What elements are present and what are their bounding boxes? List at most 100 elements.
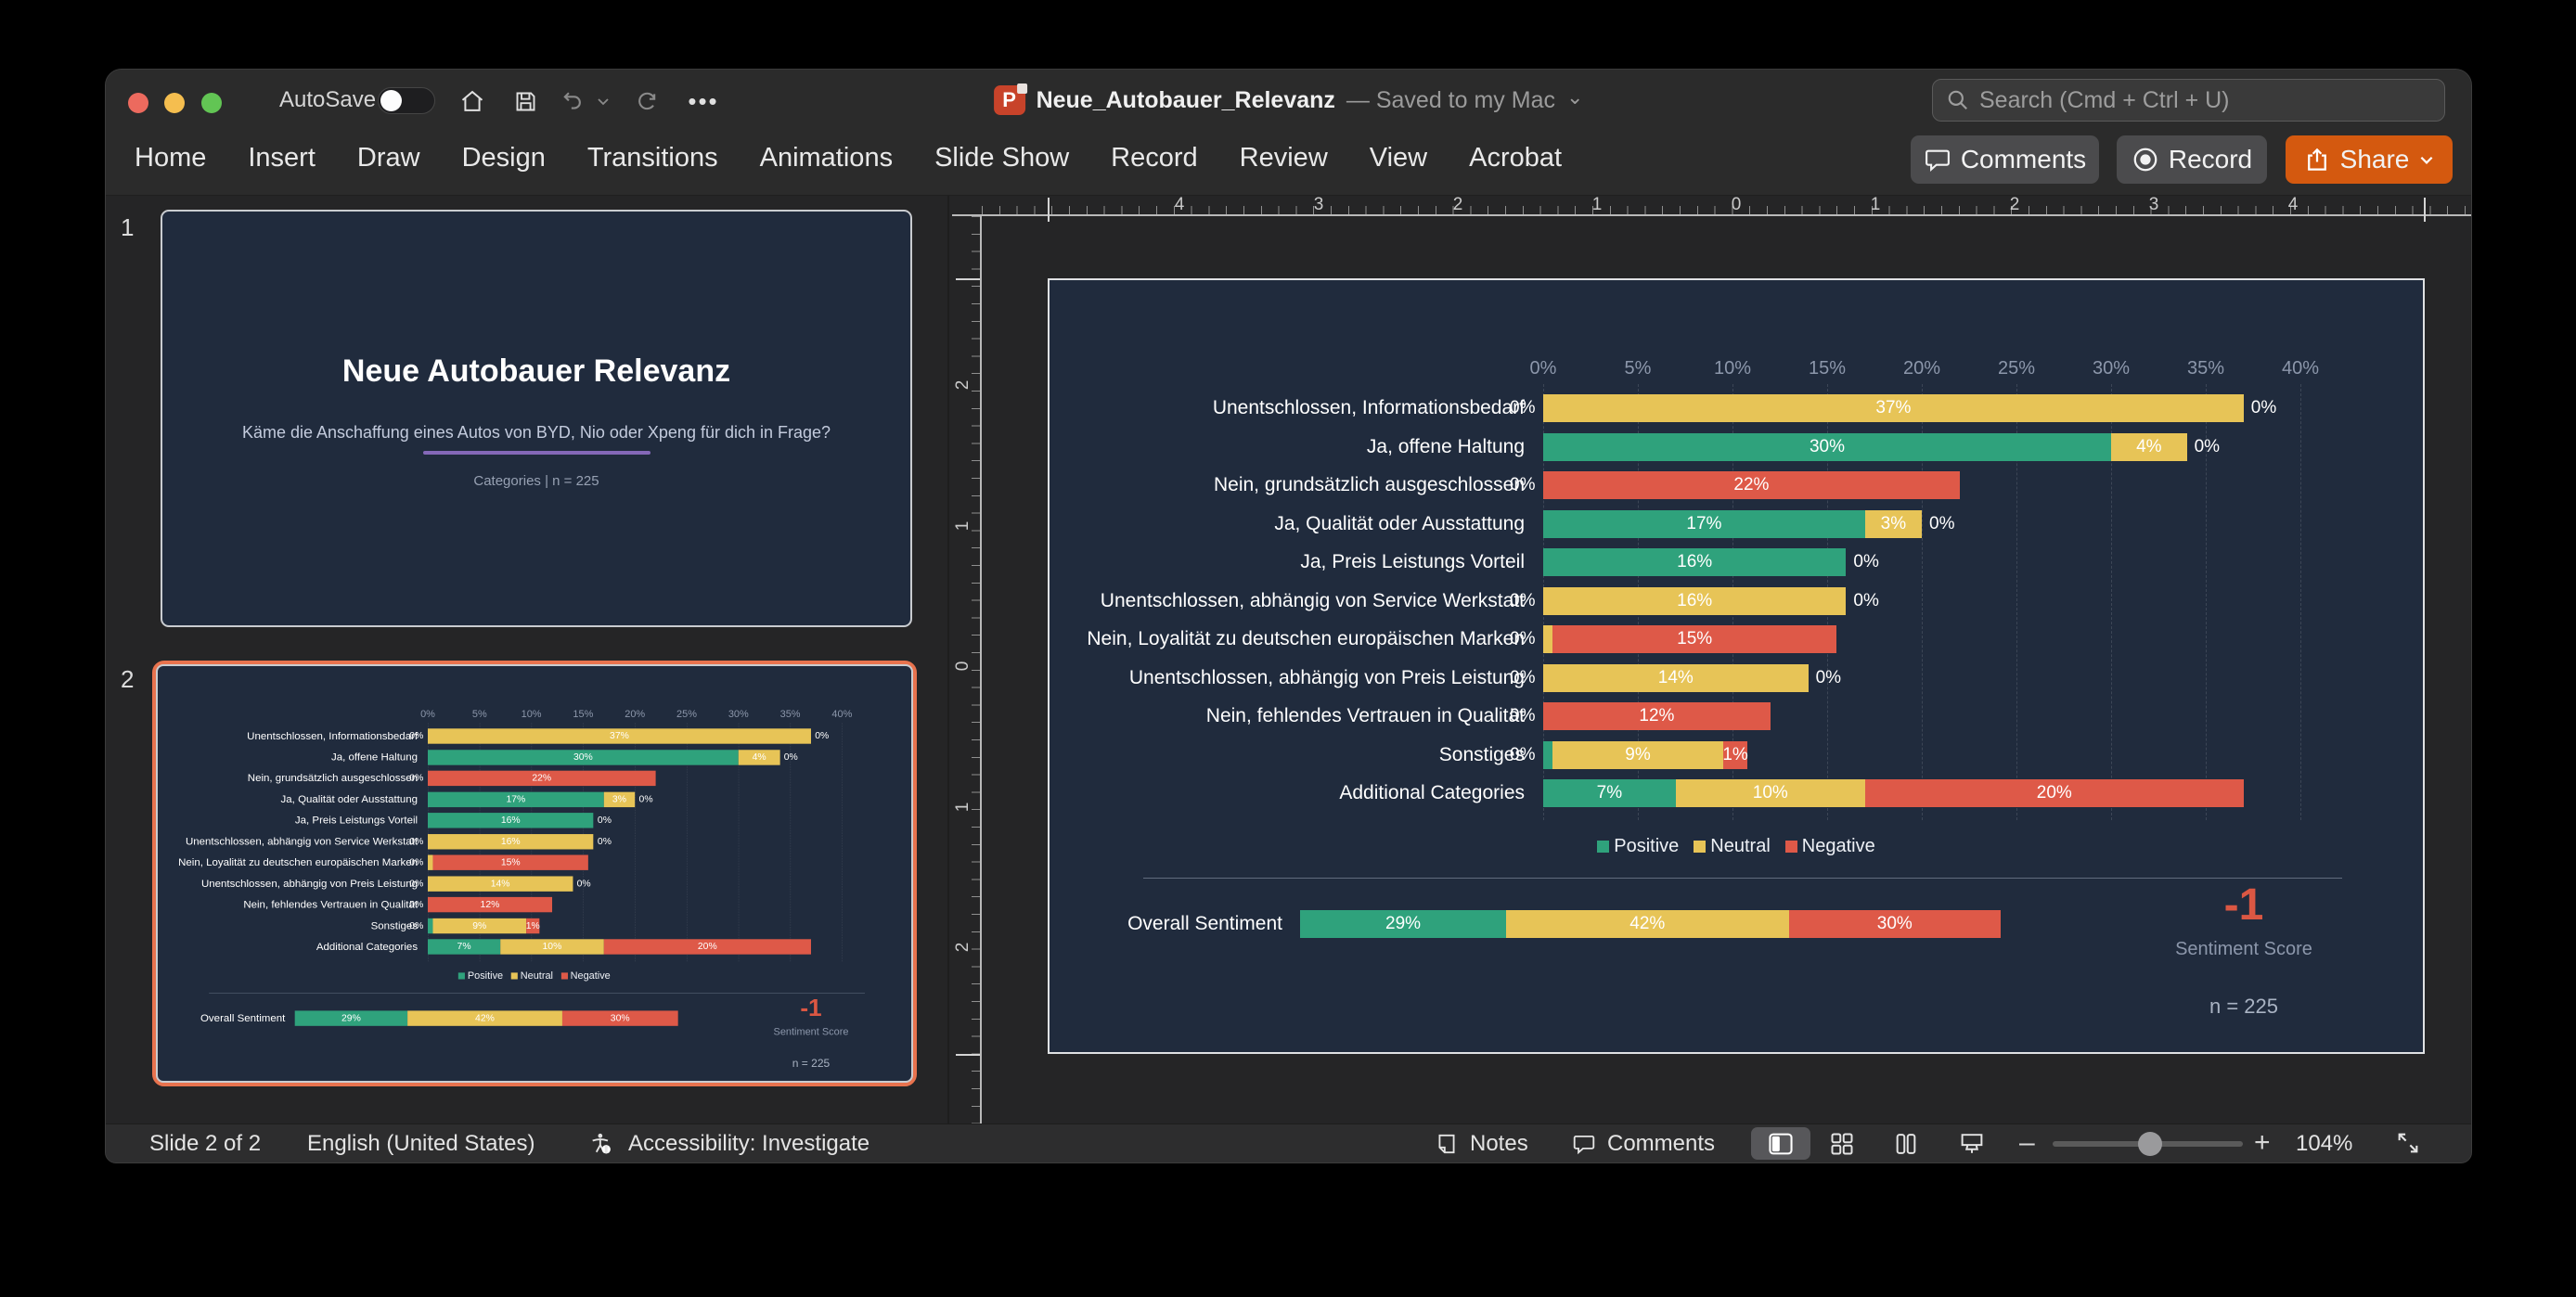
notes-button[interactable]: Notes [1470,1124,1528,1162]
chart-row: Ja, Preis Leistungs Vorteil16%0% [1050,548,2423,576]
bar-segment-positive: 7% [428,939,500,954]
tab-draw[interactable]: Draw [357,143,420,173]
bar-value-label: 42% [1629,914,1665,934]
zero-value-label: 0% [409,897,423,912]
slide2-number: 2 [121,665,134,694]
document-title-group: P Neue_Autobauer_Relevanz — Saved to my … [994,70,1584,131]
axis-tick-label: 10% [511,709,552,721]
overall-sentiment-bar: 29%42%30% [1300,910,2001,938]
redo-icon[interactable] [631,85,663,117]
slide2-thumbnail-selected[interactable]: 0%5%10%15%20%25%30%35%40%Unentschlossen,… [152,661,917,1086]
home-icon[interactable] [457,85,488,117]
hruler-number: 4 [1166,195,1193,215]
category-label: Ja, Qualität oder Ausstattung [1050,510,1525,538]
axis-tick-label: 0% [407,709,448,721]
tab-review[interactable]: Review [1240,143,1328,173]
bar-stack: 14% [428,876,573,891]
more-commands-icon[interactable]: ••• [681,85,726,117]
slideshow-view-icon[interactable] [1958,1131,1986,1157]
slide1-title: Neue Autobauer Relevanz [162,353,910,390]
tab-record[interactable]: Record [1111,143,1198,173]
search-icon [1946,88,1970,112]
search-placeholder: Search (Cmd + Ctrl + U) [1979,87,2230,114]
tab-insert[interactable]: Insert [248,143,316,173]
zoom-slider-knob[interactable] [2138,1132,2162,1156]
bar-segment-neutral: 14% [1543,664,1809,692]
slide-thumbnail-panel: 1 Neue Autobauer Relevanz Käme die Ansch… [106,196,949,1125]
title-chevron-icon[interactable]: ⌄ [1566,85,1583,109]
search-input[interactable]: Search (Cmd + Ctrl + U) [1932,79,2445,122]
bar-value-label: 1% [526,920,540,931]
bar-stack: 16% [1543,548,1846,576]
bar-segment-negative: 12% [428,897,552,912]
close-window-button[interactable] [128,93,148,113]
toggle-knob [380,90,402,111]
language-setting[interactable]: English (United States) [307,1124,535,1162]
comments-button[interactable]: Comments [1911,135,2099,184]
undo-chevron-icon[interactable] [593,85,613,117]
tab-animations[interactable]: Animations [760,143,893,173]
share-button-label: Share [2340,145,2410,174]
axis-tick-label: 10% [1695,358,1770,379]
bar-value-label: 7% [1597,783,1622,803]
normal-view-button[interactable] [1751,1127,1810,1160]
tab-design[interactable]: Design [462,143,546,173]
bar-segment-neutral: 14% [428,876,573,891]
zoom-window-button[interactable] [201,93,222,113]
vertical-ruler: 21012 [952,216,982,1125]
comments-toggle-button[interactable]: Comments [1607,1124,1715,1162]
ruler-margin-marker [1048,198,1050,222]
category-label: Ja, offene Haltung [1050,433,1525,461]
record-button[interactable]: Record [2117,135,2267,184]
zoom-out-button[interactable]: – [2019,1124,2035,1161]
category-label: Unentschlossen, abhängig von Preis Leist… [1050,664,1525,692]
zero-value-label: 0% [409,771,423,786]
fit-slide-icon[interactable] [2394,1130,2422,1156]
bar-stack: 16% [428,834,594,849]
share-chevron-icon [2418,151,2435,168]
slide1-thumbnail[interactable]: Neue Autobauer Relevanz Käme die Anschaf… [161,210,912,627]
ppt-icon-fold [1017,83,1027,94]
slide-sorter-view-icon[interactable] [1828,1131,1856,1157]
axis-tick-label: 5% [1601,358,1675,379]
hruler-number: 2 [2001,195,2029,215]
record-button-label: Record [2169,145,2252,174]
save-icon[interactable] [509,85,541,117]
chart-row: Nein, Loyalität zu deutschen europäische… [158,854,911,869]
share-button[interactable]: Share [2286,135,2453,184]
autosave-toggle[interactable] [378,87,435,114]
chart-row: Nein, fehlendes Vertrauen in Qualität0%1… [1050,702,2423,730]
vruler-number: 2 [949,375,977,395]
tab-view[interactable]: View [1370,143,1427,173]
zoom-in-button[interactable]: + [2254,1124,2271,1161]
chart-row: Nein, Loyalität zu deutschen europäische… [1050,625,2423,653]
category-label: Additional Categories [1050,779,1525,807]
sentiment-score-value: -1 [2137,880,2351,931]
undo-icon[interactable] [557,85,588,117]
accessibility-status[interactable]: Accessibility: Investigate [628,1124,869,1162]
legend-item: Positive [1597,836,1679,857]
tab-acrobat[interactable]: Acrobat [1469,143,1562,173]
zoom-percentage[interactable]: 104% [2296,1124,2352,1162]
tab-slide-show[interactable]: Slide Show [934,143,1069,173]
tab-home[interactable]: Home [135,143,206,173]
document-title: Neue_Autobauer_Relevanz [1037,87,1335,114]
reading-view-icon[interactable] [1892,1131,1920,1157]
horizontal-ruler: 432101234 [952,196,2471,216]
bar-segment-neutral: 37% [428,728,811,743]
bar-value-label: 10% [543,941,562,952]
bar-value-label: 7% [457,941,471,952]
title-bar: AutoSave ••• P Neue_Autobauer_Relevanz —… [106,70,2471,131]
tab-transitions[interactable]: Transitions [587,143,718,173]
slide-canvas[interactable]: 0%5%10%15%20%25%30%35%40%Unentschlossen,… [1048,278,2425,1054]
bar-stack: 9%1% [1543,741,1747,769]
sentiment-chart: 0%5%10%15%20%25%30%35%40%Unentschlossen,… [1050,280,2423,1052]
zoom-slider[interactable] [2053,1141,2243,1147]
slide-counter: Slide 2 of 2 [149,1124,261,1162]
minimize-window-button[interactable] [164,93,185,113]
bar-segment-negative: 15% [1552,625,1836,653]
bar-stack: 17%3% [1543,510,1922,538]
bar-value-label: 22% [532,773,551,784]
bar-stack: 12% [428,897,552,912]
legend-label: Positive [1614,836,1679,857]
